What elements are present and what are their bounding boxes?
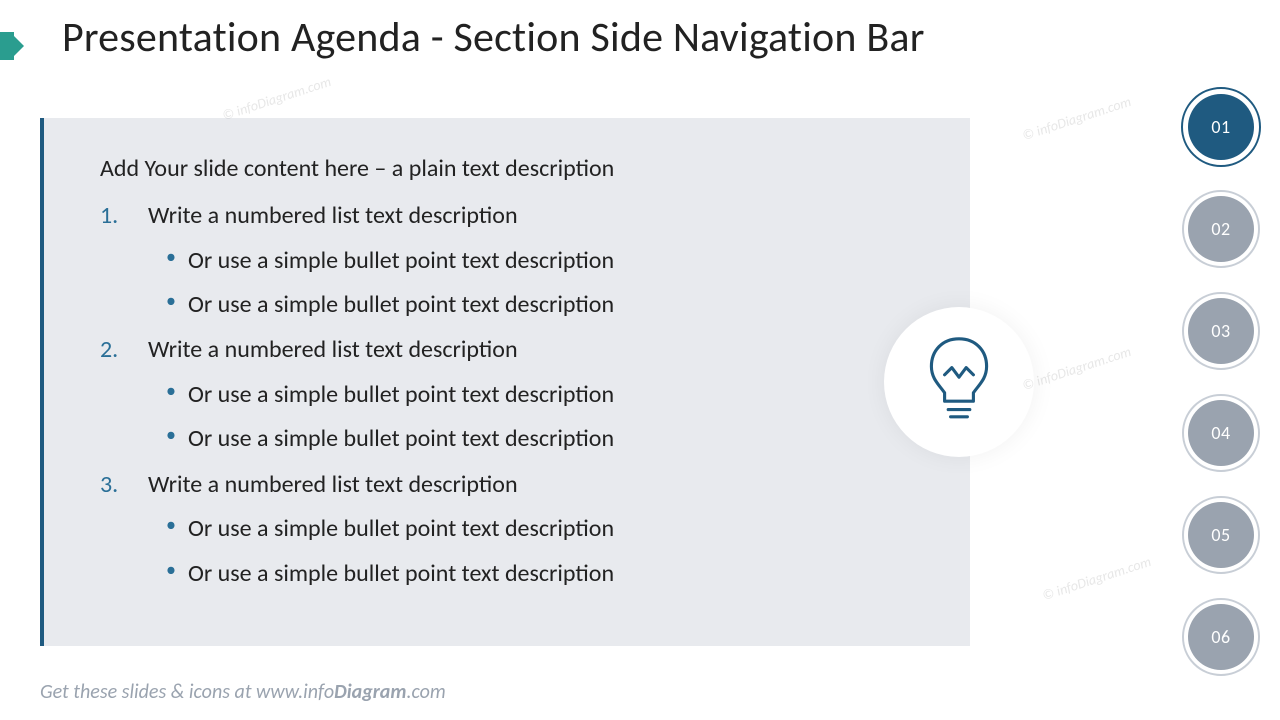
slide: Presentation Agenda - Section Side Navig… (0, 0, 1280, 720)
watermark: © infoDiagram.com (1020, 93, 1133, 144)
list-item: Write a numbered list text description O… (100, 327, 926, 461)
bullet-item: Or use a simple bullet point text descri… (188, 552, 926, 596)
lightbulb-badge (884, 307, 1034, 457)
nav-dot-05[interactable]: 05 (1188, 502, 1254, 568)
left-accent-tab (0, 32, 14, 60)
lightbulb-icon (919, 334, 999, 430)
footer-brand-1: info (303, 680, 334, 704)
bullet-item: Or use a simple bullet point text descri… (188, 507, 926, 551)
content-box: Add Your slide content here – a plain te… (40, 118, 970, 646)
footer-suffix: .com (406, 680, 445, 704)
footer-brand-2: Diagram (334, 680, 406, 704)
bullet-item: Or use a simple bullet point text descri… (188, 283, 926, 327)
bullet-item: Or use a simple bullet point text descri… (188, 239, 926, 283)
sub-bullets: Or use a simple bullet point text descri… (148, 239, 926, 328)
footer-attribution: Get these slides & icons at www.infoDiag… (40, 680, 446, 704)
list-item: Write a numbered list text description O… (100, 193, 926, 327)
list-item-label: Write a numbered list text description (148, 335, 518, 364)
sub-bullets: Or use a simple bullet point text descri… (148, 373, 926, 462)
nav-dot-06[interactable]: 06 (1188, 604, 1254, 670)
list-item: Write a numbered list text description O… (100, 462, 926, 596)
bullet-item: Or use a simple bullet point text descri… (188, 373, 926, 417)
watermark: © infoDiagram.com (220, 73, 333, 124)
nav-dot-04[interactable]: 04 (1188, 400, 1254, 466)
slide-title: Presentation Agenda - Section Side Navig… (62, 12, 925, 63)
numbered-list: Write a numbered list text description O… (100, 193, 926, 596)
sub-bullets: Or use a simple bullet point text descri… (148, 507, 926, 596)
nav-dot-02[interactable]: 02 (1188, 196, 1254, 262)
intro-text: Add Your slide content here – a plain te… (100, 154, 926, 183)
list-item-label: Write a numbered list text description (148, 470, 518, 499)
nav-dot-01[interactable]: 01 (1188, 94, 1254, 160)
watermark: © infoDiagram.com (1020, 343, 1133, 394)
watermark: © infoDiagram.com (1040, 553, 1153, 604)
bullet-item: Or use a simple bullet point text descri… (188, 417, 926, 461)
footer-prefix: Get these slides & icons at www. (40, 680, 303, 704)
nav-dot-03[interactable]: 03 (1188, 298, 1254, 364)
list-item-label: Write a numbered list text description (148, 201, 518, 230)
side-nav: 01 02 03 04 05 06 (1188, 94, 1254, 670)
